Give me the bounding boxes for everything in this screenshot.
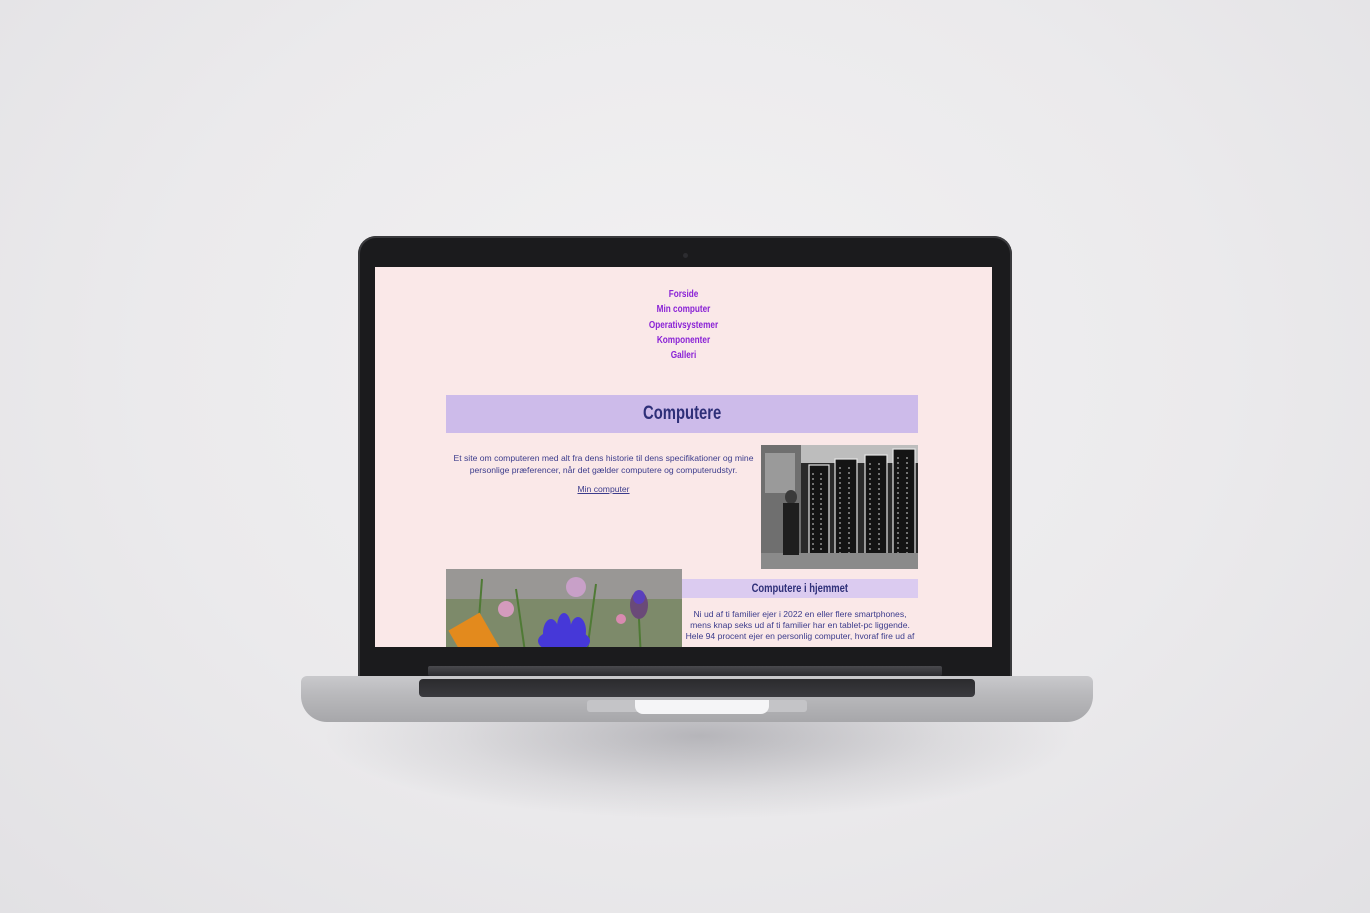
intro-block: Et site om computeren med alt fra dens h… <box>446 453 761 496</box>
mainframe-photo <box>761 445 918 569</box>
main-nav: Forside Min computer Operativsystemer Ko… <box>375 287 992 363</box>
section-title: Computere i hjemmet <box>751 582 849 595</box>
nav-link-forside[interactable]: Forside <box>431 287 937 302</box>
camera-dot <box>683 253 688 258</box>
nav-link-komponenter[interactable]: Komponenter <box>431 333 937 348</box>
nav-link-galleri[interactable]: Galleri <box>431 348 937 363</box>
lid-opening-notch <box>635 700 769 714</box>
section-body: Ni ud af ti familier ejer i 2022 en elle… <box>682 609 918 642</box>
laptop-lid: Forside Min computer Operativsystemer Ko… <box>358 236 1012 680</box>
laptop-hinge <box>428 666 942 676</box>
min-computer-link[interactable]: Min computer <box>577 484 629 496</box>
page-title: Computere <box>642 403 722 424</box>
hero-banner: Computere <box>446 395 918 433</box>
nav-link-min-computer[interactable]: Min computer <box>431 302 937 317</box>
nav-link-operativsystemer[interactable]: Operativsystemer <box>431 318 937 333</box>
keyboard-area <box>419 679 975 697</box>
browser-viewport: Forside Min computer Operativsystemer Ko… <box>375 267 992 647</box>
laptop-base <box>301 676 1093 722</box>
flower-photo <box>446 569 682 647</box>
intro-text: Et site om computeren med alt fra dens h… <box>453 453 754 475</box>
section-banner: Computere i hjemmet <box>682 579 918 598</box>
section-text: Ni ud af ti familier ejer i 2022 en elle… <box>685 609 915 641</box>
